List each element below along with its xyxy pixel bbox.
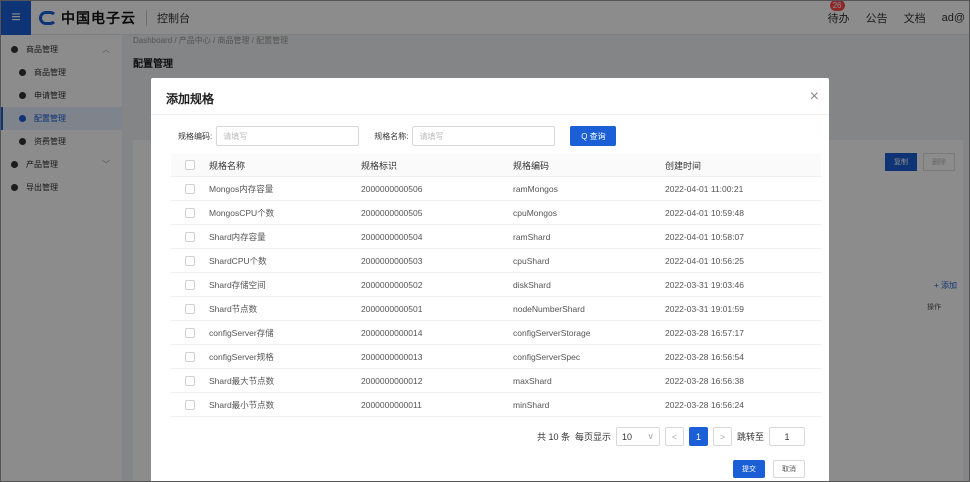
col-header-created: 创建时间 <box>665 160 702 171</box>
cell-created-time: 2022-04-01 10:59:48 <box>665 207 744 218</box>
cell-spec-id: 2000000000503 <box>361 255 423 266</box>
cell-spec-id: 2000000000502 <box>361 279 423 290</box>
table-row[interactable]: Shard内存容量 2000000000504 ramShard 2022-04-01… <box>171 225 821 249</box>
row-checkbox[interactable] <box>185 399 195 410</box>
table-row[interactable]: Shard最小节点数 2000000000011 minShard 2022-03-2… <box>171 393 821 417</box>
prev-page-button[interactable]: < <box>664 427 684 446</box>
cell-spec-id: 2000000000012 <box>361 375 423 386</box>
cell-created-time: 2022-04-01 10:56:25 <box>665 255 744 266</box>
dialog-footer: 提交 取消 <box>733 460 805 478</box>
cell-spec-name: Shard存储空间 <box>209 279 266 290</box>
cell-spec-name: Shard内存容量 <box>209 231 266 242</box>
row-checkbox[interactable] <box>185 351 195 362</box>
spec-table: 规格名称 规格标识 规格编码 创建时间 Mongos内存容量 2000000000… <box>171 154 821 417</box>
cell-spec-code: cpuShard <box>513 255 550 266</box>
cell-spec-name: ShardCPU个数 <box>209 255 267 266</box>
row-checkbox[interactable] <box>185 255 195 266</box>
row-checkbox[interactable] <box>185 231 195 242</box>
cell-spec-name: MongosCPU个数 <box>209 207 275 218</box>
table-row[interactable]: Shard存储空间 2000000000502 diskShard 2022-03-3… <box>171 273 821 297</box>
cell-created-time: 2022-04-01 11:00:21 <box>665 183 744 194</box>
cancel-button[interactable]: 取消 <box>773 460 805 478</box>
row-checkbox[interactable] <box>185 327 195 338</box>
cell-spec-code: diskShard <box>513 279 551 290</box>
app-window: ≡ 中国电子云 控制台 26 待办 公告 文档 ad@ 商品管理 ︿ 商品管理 <box>0 0 970 482</box>
row-checkbox[interactable] <box>185 279 195 290</box>
cell-spec-id: 2000000000505 <box>361 207 423 218</box>
spec-name-label: 规格名称: <box>374 131 409 141</box>
row-checkbox[interactable] <box>185 183 195 194</box>
table-row[interactable]: Shard最大节点数 2000000000012 maxShard 2022-03-2… <box>171 369 821 393</box>
cell-spec-code: nodeNumberShard <box>513 303 585 314</box>
query-button[interactable]: Q 查询 <box>570 126 617 146</box>
pagination: 共 10 条 每页显示 10 ∨ < 1 > 跳转至 1 <box>537 427 805 446</box>
cell-spec-code: configServerStorage <box>513 327 591 338</box>
jump-input[interactable]: 1 <box>769 427 805 446</box>
cell-created-time: 2022-03-28 16:56:24 <box>665 399 744 410</box>
chevron-down-icon: ∨ <box>647 431 654 441</box>
cell-spec-id: 2000000000506 <box>361 183 423 194</box>
col-header-name: 规格名称 <box>209 160 246 171</box>
spec-code-input[interactable]: 请填写 <box>216 126 360 146</box>
cell-spec-id: 2000000000013 <box>361 351 423 362</box>
col-header-code: 规格编码 <box>513 160 550 171</box>
cell-spec-id: 2000000000014 <box>361 327 423 338</box>
cell-spec-code: configServerSpec <box>513 351 581 362</box>
submit-button[interactable]: 提交 <box>733 460 765 478</box>
spec-code-label: 规格编码: <box>178 131 213 141</box>
search-form: 规格编码: 请填写 规格名称: 请填写 Q 查询 <box>178 126 617 146</box>
cell-spec-name: Shard最大节点数 <box>209 375 275 386</box>
col-header-id: 规格标识 <box>361 160 398 171</box>
select-all-checkbox[interactable] <box>185 160 195 170</box>
cell-spec-id: 2000000000501 <box>361 303 423 314</box>
table-row[interactable]: MongosCPU个数 2000000000505 cpuMongos 2022-04… <box>171 201 821 225</box>
page-size-value: 10 <box>621 431 632 442</box>
table-row[interactable]: Shard节点数 2000000000501 nodeNumberShard 2022… <box>171 297 821 321</box>
per-page-label: 每页显示 <box>574 432 611 442</box>
dialog-divider <box>151 114 829 115</box>
cell-created-time: 2022-03-28 16:56:38 <box>665 375 744 386</box>
cell-created-time: 2022-03-31 19:01:59 <box>665 303 744 314</box>
row-checkbox[interactable] <box>185 303 195 314</box>
table-row[interactable]: Mongos内存容量 2000000000506 ramMongos 2022-04-… <box>171 177 821 201</box>
cell-spec-name: Shard最小节点数 <box>209 399 275 410</box>
page-1-button[interactable]: 1 <box>688 427 708 446</box>
table-header: 规格名称 规格标识 规格编码 创建时间 <box>171 154 821 177</box>
page-size-select[interactable]: 10 ∨ <box>615 427 660 446</box>
table-body: Mongos内存容量 2000000000506 ramMongos 2022-04-… <box>171 177 821 417</box>
cell-spec-id: 2000000000011 <box>361 399 422 410</box>
dialog-title: 添加规格 <box>166 92 215 106</box>
cell-created-time: 2022-03-28 16:56:54 <box>665 351 744 362</box>
cell-spec-code: ramMongos <box>513 183 558 194</box>
row-checkbox[interactable] <box>185 207 195 218</box>
cell-spec-code: minShard <box>513 399 550 410</box>
table-row[interactable]: configServer规格 2000000000013 configServerS… <box>171 345 821 369</box>
spec-name-input[interactable]: 请填写 <box>412 126 556 146</box>
cell-spec-name: configServer存储 <box>209 327 274 338</box>
table-row[interactable]: ShardCPU个数 2000000000503 cpuShard 2022-04-0… <box>171 249 821 273</box>
cell-spec-name: Mongos内存容量 <box>209 183 274 194</box>
table-row[interactable]: configServer存储 2000000000014 configServerS… <box>171 321 821 345</box>
total-count: 共 10 条 <box>536 432 570 442</box>
jump-label: 跳转至 <box>736 432 764 442</box>
cell-spec-id: 2000000000504 <box>361 231 423 242</box>
cell-created-time: 2022-04-01 10:58:07 <box>665 231 744 242</box>
row-checkbox[interactable] <box>185 375 195 386</box>
cell-spec-name: configServer规格 <box>209 351 274 362</box>
cell-spec-name: Shard节点数 <box>209 303 258 314</box>
cell-spec-code: maxShard <box>513 375 552 386</box>
cell-created-time: 2022-03-28 16:57:17 <box>665 327 744 338</box>
next-page-button[interactable]: > <box>712 427 732 446</box>
close-icon[interactable]: × <box>810 88 819 106</box>
cell-spec-code: cpuMongos <box>513 207 557 218</box>
add-spec-dialog: 添加规格 × 规格编码: 请填写 规格名称: 请填写 Q 查询 规格名称 规格标… <box>151 78 829 481</box>
cell-spec-code: ramShard <box>513 231 551 242</box>
cell-created-time: 2022-03-31 19:03:46 <box>665 279 744 290</box>
